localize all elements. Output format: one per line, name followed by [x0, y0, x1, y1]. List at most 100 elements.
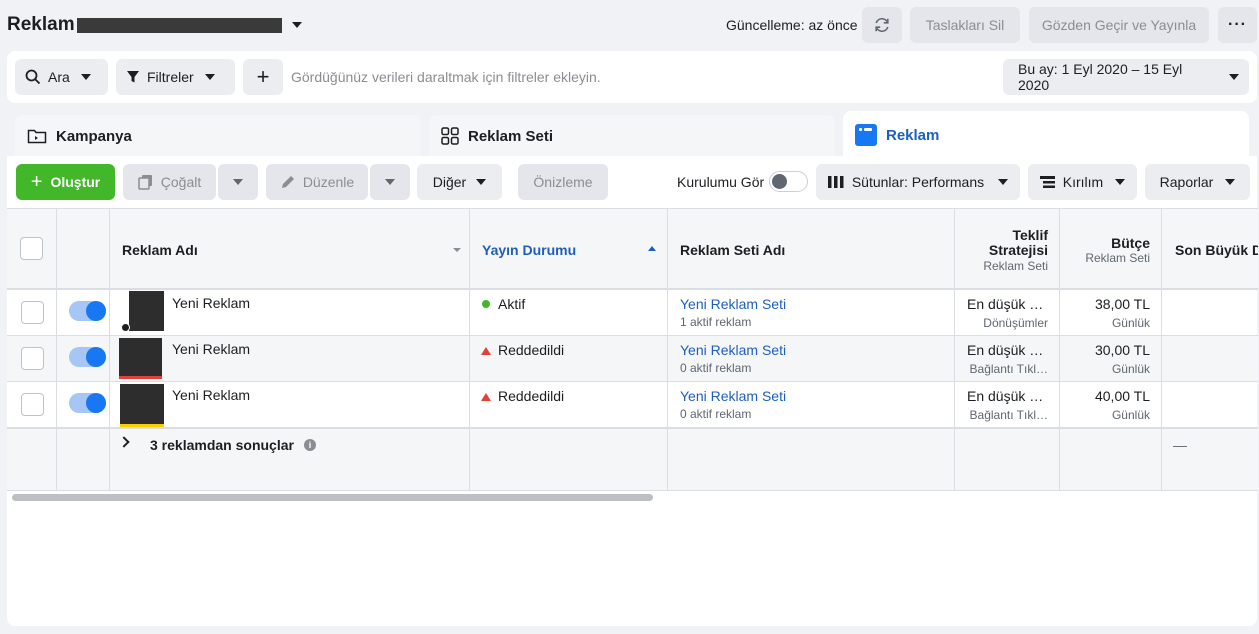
sort-icon[interactable]: [453, 248, 461, 252]
filter-input[interactable]: Gördüğünüz verileri daraltmak için filtr…: [291, 69, 601, 85]
create-button[interactable]: + Oluştur: [16, 164, 115, 200]
other-button[interactable]: Diğer: [417, 164, 502, 200]
columns-button[interactable]: Sütunlar: Performans: [816, 164, 1020, 200]
chevron-down-icon: [476, 179, 487, 185]
duplicate-icon: [138, 175, 152, 190]
plus-icon: +: [30, 171, 43, 193]
more-options-button[interactable]: ···: [1218, 7, 1257, 43]
budget-value[interactable]: 38,00 TL: [1095, 296, 1150, 312]
bid-strategy-sub: Bağlantı Tıkl…: [969, 408, 1048, 422]
folder-icon: [27, 129, 47, 144]
budget-value[interactable]: 30,00 TL: [1095, 342, 1150, 358]
budget-sub: Günlük: [1111, 362, 1150, 376]
bid-strategy: En düşük …: [967, 388, 1044, 404]
adset-sub: 0 aktif reklam: [680, 407, 752, 421]
review-publish-button[interactable]: Gözden Geçir ve Yayınla: [1029, 7, 1209, 43]
reports-label: Raporlar: [1159, 174, 1214, 190]
row-checkbox[interactable]: [21, 393, 44, 416]
duplicate-dropdown-button[interactable]: [218, 164, 258, 200]
row-checkbox[interactable]: [21, 347, 44, 370]
column-header-budget[interactable]: Bütçe: [1111, 235, 1150, 251]
search-icon: [25, 69, 41, 85]
info-icon[interactable]: i: [304, 439, 316, 451]
ad-name[interactable]: Yeni Reklam: [172, 341, 250, 357]
adset-link[interactable]: Yeni Reklam Seti: [680, 342, 786, 358]
breakdown-button[interactable]: Kırılım: [1028, 164, 1137, 200]
chevron-down-icon: [1229, 74, 1239, 80]
toggle-knob: [772, 174, 787, 189]
budget-sub: Günlük: [1111, 316, 1150, 330]
chevron-down-icon: [1225, 179, 1236, 185]
column-header-bid-line1[interactable]: Teklif: [1012, 227, 1048, 243]
tab-adset[interactable]: Reklam Seti: [429, 115, 835, 157]
toggle-knob: [86, 347, 106, 367]
search-button[interactable]: Ara: [15, 59, 108, 95]
toggle-knob: [86, 301, 106, 321]
delivery-status: Reddedildi: [498, 342, 565, 358]
ad-name[interactable]: Yeni Reklam: [172, 295, 250, 311]
bid-strategy-sub: Bağlantı Tıkl…: [969, 362, 1048, 376]
account-name-redacted[interactable]: [77, 18, 282, 33]
breakdown-label: Kırılım: [1062, 174, 1104, 190]
chevron-down-icon: [1115, 179, 1126, 185]
create-label: Oluştur: [50, 174, 101, 190]
thumbnail-rejected-bar: [119, 376, 162, 379]
ad-thumbnail[interactable]: [120, 384, 164, 426]
adset-sub: 1 aktif reklam: [680, 315, 752, 329]
ad-thumbnail[interactable]: [129, 291, 164, 331]
ad-thumbnail[interactable]: [119, 338, 162, 378]
ad-status-toggle[interactable]: [69, 393, 106, 413]
column-header-delivery[interactable]: Yayın Durumu: [482, 242, 576, 258]
delete-drafts-button[interactable]: Taslakları Sil: [910, 7, 1020, 43]
adset-link[interactable]: Yeni Reklam Seti: [680, 388, 786, 404]
filters-button[interactable]: Filtreler: [116, 59, 235, 95]
columns-label: Sütunlar: Performans: [851, 174, 985, 190]
ad-status-toggle[interactable]: [69, 301, 106, 321]
filters-label: Filtreler: [147, 69, 194, 85]
filter-icon: [127, 71, 139, 83]
date-range-picker[interactable]: Bu ay: 1 Eyl 2020 – 15 Eyl 2020: [1003, 59, 1249, 95]
edit-dropdown-button[interactable]: [370, 164, 410, 200]
reports-button[interactable]: Raporlar: [1145, 164, 1250, 200]
page-title: Reklam: [7, 14, 75, 35]
chevron-down-icon: [80, 74, 91, 80]
setup-view-toggle[interactable]: [769, 171, 808, 192]
tab-campaign[interactable]: Kampanya: [15, 115, 421, 157]
budget-sub: Günlük: [1111, 408, 1150, 422]
sort-ascending-icon[interactable]: [648, 246, 656, 251]
budget-value[interactable]: 40,00 TL: [1095, 388, 1150, 404]
preview-button[interactable]: Önizleme: [518, 164, 608, 200]
tab-campaign-label: Kampanya: [56, 127, 132, 145]
add-filter-button[interactable]: +: [243, 59, 283, 95]
thumbnail-bar: [120, 424, 164, 427]
column-header-adset-name[interactable]: Reklam Seti Adı: [680, 242, 785, 258]
ad-name[interactable]: Yeni Reklam: [172, 387, 250, 403]
breakdown-icon: [1039, 176, 1055, 188]
row-checkbox[interactable]: [21, 301, 44, 324]
column-header-ad-name[interactable]: Reklam Adı: [122, 242, 198, 258]
tab-adset-label: Reklam Seti: [468, 127, 554, 145]
column-header-budget-sub: Reklam Seti: [1085, 251, 1150, 265]
columns-icon: [827, 176, 844, 188]
duplicate-button[interactable]: Çoğalt: [123, 164, 216, 200]
other-label: Diğer: [432, 174, 467, 190]
column-header-last-edit[interactable]: Son Büyük D: [1175, 242, 1258, 258]
select-all-checkbox[interactable]: [20, 237, 43, 260]
ad-status-toggle[interactable]: [69, 347, 106, 367]
date-range-label: Bu ay: 1 Eyl 2020 – 15 Eyl 2020: [1018, 61, 1183, 93]
grid-icon: [441, 127, 459, 145]
edit-button[interactable]: Düzenle: [266, 164, 368, 200]
account-dropdown-chevron-icon[interactable]: [292, 22, 302, 28]
toggle-knob: [86, 393, 106, 413]
column-header-bid-line2[interactable]: Stratejisi: [989, 242, 1048, 258]
update-status: Güncelleme: az önce: [726, 17, 858, 33]
chevron-down-icon: [204, 74, 215, 80]
refresh-icon: [875, 17, 889, 33]
adset-link[interactable]: Yeni Reklam Seti: [680, 296, 786, 312]
tab-ad-label: Reklam: [886, 126, 940, 144]
search-label: Ara: [48, 69, 70, 85]
chevron-down-icon: [233, 179, 243, 185]
tab-ad[interactable]: Reklam: [843, 111, 1249, 159]
horizontal-scrollbar[interactable]: [12, 494, 653, 501]
refresh-button[interactable]: [862, 7, 902, 43]
